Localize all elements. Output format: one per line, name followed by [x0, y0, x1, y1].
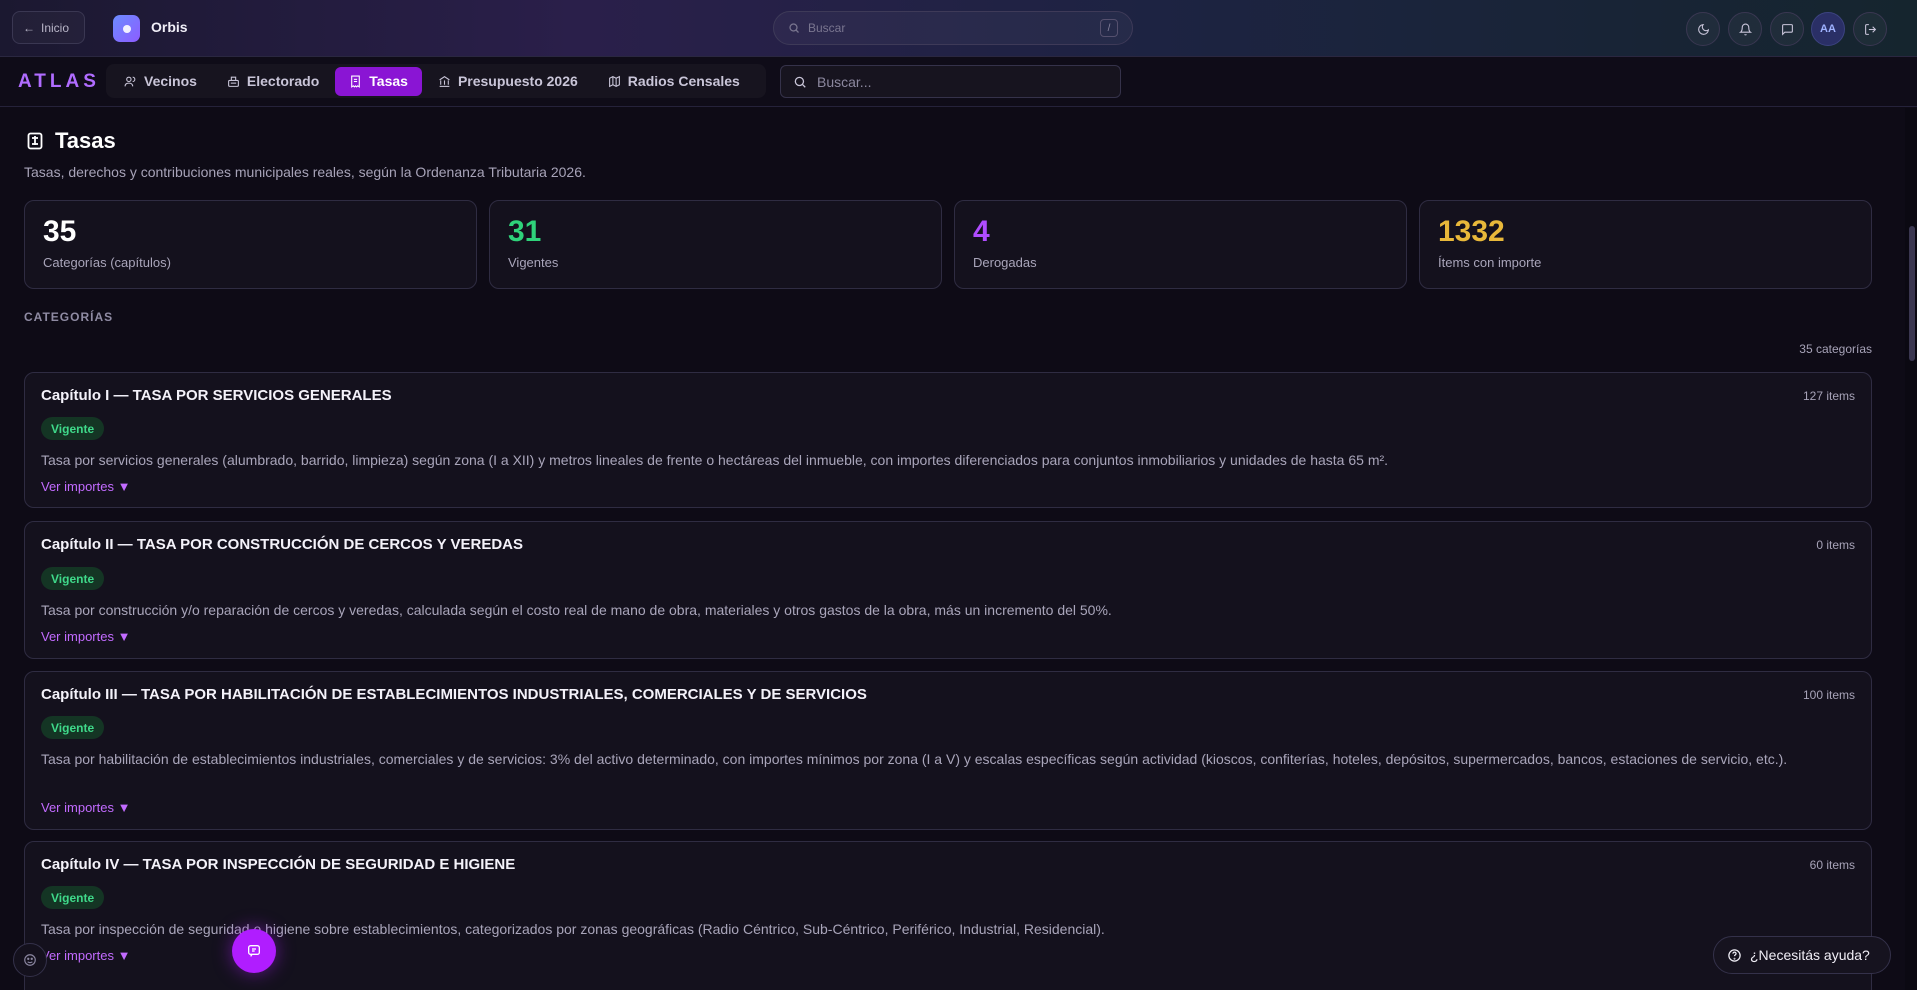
question-circle-icon: [1728, 948, 1741, 962]
category-description: Tasa por servicios generales (alumbrado,…: [41, 452, 1389, 468]
tab-label: Vecinos: [144, 73, 197, 89]
stat-label: Derogadas: [973, 255, 1037, 270]
stat-card-categorias: 35 Categorías (capítulos): [24, 200, 477, 289]
stat-card-vigentes: 31 Vigentes: [489, 200, 942, 289]
receipt-icon: [351, 75, 361, 88]
status-badge: Vigente: [41, 567, 105, 590]
module-search-placeholder: Buscar...: [817, 73, 872, 90]
stat-value: 35: [43, 215, 77, 248]
arrow-left-icon: ←: [23, 20, 35, 35]
stat-value: 1332: [1438, 215, 1505, 248]
help-label: ¿Necesitás ayuda?: [1750, 947, 1870, 963]
tab-label: Presupuesto 2026: [457, 73, 578, 89]
stat-value: 31: [508, 215, 542, 248]
scrollbar[interactable]: [1905, 108, 1917, 990]
module-search-input[interactable]: Buscar...: [780, 65, 1121, 98]
bank-icon: [439, 75, 450, 87]
theme-toggle-button[interactable]: [1686, 12, 1720, 46]
app-name: Orbis: [151, 19, 188, 35]
section-label: CATEGORÍAS: [24, 310, 114, 324]
accessibility-button[interactable]: [13, 943, 47, 977]
category-card: Capítulo IV — TASA POR INSPECCIÓN DE SEG…: [24, 841, 1872, 990]
atlas-brand[interactable]: ATLAS: [18, 71, 100, 93]
ver-importes-link[interactable]: Ver importes ▼: [41, 800, 130, 815]
notifications-button[interactable]: [1728, 12, 1762, 46]
stat-label: Vigentes: [508, 255, 559, 270]
module-nav-bar: ATLAS Vecinos Electorado Tasas Presupues…: [0, 57, 1917, 107]
tab-electorado[interactable]: Electorado: [213, 67, 333, 96]
categories-count: 35 categorías: [1799, 342, 1872, 356]
help-button[interactable]: ¿Necesitás ayuda?: [1713, 936, 1891, 974]
stat-label: Ítems con importe: [1438, 255, 1542, 270]
category-title: Capítulo I — TASA POR SERVICIOS GENERALE…: [41, 387, 392, 404]
category-card: Capítulo II — TASA POR CONSTRUCCIÓN DE C…: [24, 521, 1872, 659]
status-badge: Vigente: [41, 716, 105, 739]
map-icon: [608, 75, 620, 87]
bell-icon: [1738, 23, 1752, 35]
main-content: Tasas Tasas, derechos y contribuciones m…: [0, 108, 1905, 990]
page-title: Tasas: [55, 128, 116, 153]
ballot-box-icon: [228, 76, 239, 87]
tab-label: Tasas: [369, 73, 408, 89]
search-shortcut-key: /: [1100, 19, 1118, 37]
search-icon: [794, 76, 806, 88]
category-description: Tasa por construcción y/o reparación de …: [41, 602, 1112, 618]
scrollbar-thumb[interactable]: [1909, 226, 1915, 361]
tab-radios-censales[interactable]: Radios Censales: [594, 67, 754, 96]
ver-importes-link[interactable]: Ver importes ▼: [41, 479, 130, 494]
category-items-count: 127 items: [1802, 389, 1855, 403]
global-search-input[interactable]: Buscar /: [773, 11, 1133, 45]
tab-label: Electorado: [246, 73, 320, 89]
logout-button[interactable]: [1853, 12, 1887, 46]
category-items-count: 0 items: [1816, 538, 1855, 552]
chat-icon: [1781, 23, 1793, 36]
search-icon: [789, 23, 799, 33]
category-card: Capítulo I — TASA POR SERVICIOS GENERALE…: [24, 372, 1872, 508]
users-icon: [124, 76, 136, 86]
stat-value: 4: [973, 215, 990, 248]
global-search-placeholder: Buscar: [808, 21, 846, 35]
back-home-button[interactable]: ← Inicio: [12, 11, 85, 44]
ver-importes-link[interactable]: Ver importes ▼: [41, 948, 130, 963]
tab-presupuesto[interactable]: Presupuesto 2026: [424, 67, 592, 96]
tab-tasas[interactable]: Tasas: [335, 66, 422, 96]
chat-icon: [248, 945, 260, 957]
user-avatar[interactable]: AA: [1811, 12, 1845, 46]
messages-button[interactable]: [1770, 12, 1804, 46]
tab-vecinos[interactable]: Vecinos: [110, 67, 211, 96]
logout-icon: [1864, 23, 1876, 35]
ver-importes-link[interactable]: Ver importes ▼: [41, 629, 130, 644]
tab-label: Radios Censales: [627, 73, 740, 89]
category-card: Capítulo III — TASA POR HABILITACIÓN DE …: [24, 671, 1872, 830]
module-tabs: Vecinos Electorado Tasas Presupuesto 202…: [106, 64, 766, 98]
smile-icon: [24, 954, 36, 966]
orbis-logo[interactable]: [113, 15, 140, 42]
back-home-label: Inicio: [41, 20, 70, 35]
stat-card-derogadas: 4 Derogadas: [954, 200, 1407, 289]
category-description: Tasa por habilitación de establecimiento…: [41, 751, 1788, 767]
category-title: Capítulo III — TASA POR HABILITACIÓN DE …: [41, 686, 867, 703]
moon-icon: [1697, 23, 1709, 35]
status-badge: Vigente: [41, 417, 105, 440]
category-title: Capítulo II — TASA POR CONSTRUCCIÓN DE C…: [41, 536, 523, 553]
category-description: Tasa por inspección de seguridad e higie…: [41, 921, 1105, 937]
page-subtitle: Tasas, derechos y contribuciones municip…: [24, 164, 586, 180]
chat-assistant-button[interactable]: [232, 929, 276, 973]
category-items-count: 100 items: [1802, 688, 1855, 702]
top-bar: ← Inicio Orbis Buscar / AA: [0, 0, 1917, 57]
receipt-icon: [27, 132, 43, 150]
stat-card-items-importe: 1332 Ítems con importe: [1419, 200, 1872, 289]
stat-label: Categorías (capítulos): [43, 255, 171, 270]
category-items-count: 60 items: [1809, 858, 1855, 872]
category-title: Capítulo IV — TASA POR INSPECCIÓN DE SEG…: [41, 856, 516, 873]
status-badge: Vigente: [41, 886, 105, 909]
